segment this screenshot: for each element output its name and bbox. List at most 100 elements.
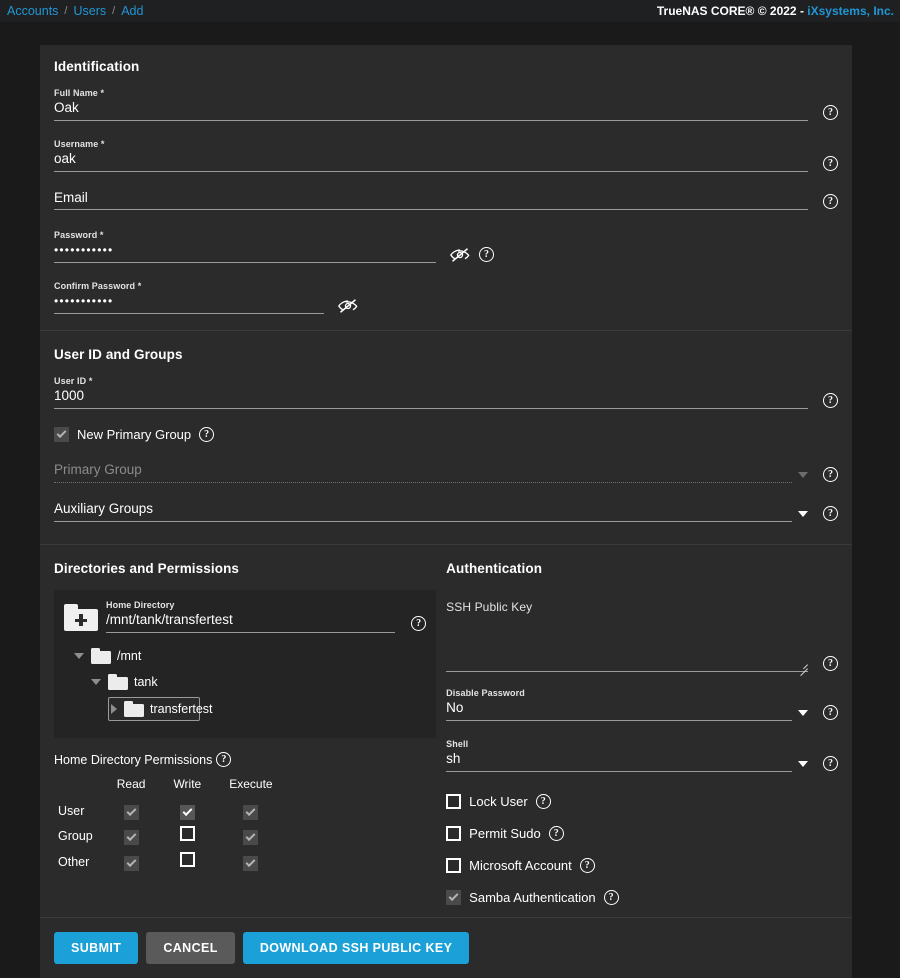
shell-help-icon[interactable]: ? xyxy=(823,756,838,771)
copyright-text: TrueNAS CORE® © 2022 - xyxy=(656,4,808,18)
breadcrumb-item-add[interactable]: Add xyxy=(121,4,143,18)
directory-tree: /mnt tank transfertest xyxy=(64,645,426,721)
full-name-help-icon[interactable]: ? xyxy=(823,105,838,120)
group-write-checkbox[interactable] xyxy=(179,826,195,841)
tree-node-tank[interactable]: tank xyxy=(91,671,426,693)
tree-node-label: /mnt xyxy=(117,649,142,663)
permissions-cell-user-read[interactable] xyxy=(103,799,160,823)
microsoft-account-help-icon[interactable]: ? xyxy=(579,858,595,873)
ssh-public-key-help-icon[interactable]: ? xyxy=(823,656,838,671)
disable-password-help-icon[interactable]: ? xyxy=(823,705,838,720)
home-directory-permissions-help-icon[interactable]: ? xyxy=(216,752,232,767)
username-help-icon[interactable]: ? xyxy=(823,156,838,171)
permissions-cell-other-write[interactable] xyxy=(159,849,215,875)
shell-chevron-down-icon[interactable] xyxy=(798,761,808,767)
full-name-label: Full Name * xyxy=(54,88,105,98)
permissions-cell-user-write[interactable] xyxy=(159,799,215,823)
permit-sudo-row[interactable]: Permit Sudo ? xyxy=(446,826,838,841)
microsoft-account-row[interactable]: Microsoft Account ? xyxy=(446,858,838,873)
other-execute-checkbox[interactable] xyxy=(243,856,259,871)
primary-group-select: Primary Group xyxy=(54,462,792,483)
lock-user-help-icon[interactable]: ? xyxy=(535,794,551,809)
password-visibility-icon[interactable] xyxy=(450,247,470,263)
home-directory-help-icon[interactable]: ? xyxy=(411,616,427,631)
disable-password-select[interactable]: No xyxy=(446,700,792,721)
full-name-input[interactable]: Oak xyxy=(54,100,808,121)
permissions-row-label-group: Group xyxy=(58,829,93,843)
microsoft-account-checkbox[interactable] xyxy=(446,858,462,873)
home-directory-explorer: Home Directory /mnt/tank/transfertest ? … xyxy=(54,590,437,738)
home-directory-input[interactable]: /mnt/tank/transfertest xyxy=(106,612,396,633)
tree-node-mnt[interactable]: /mnt xyxy=(74,645,426,667)
section-user-id-groups: User ID and Groups User ID * 1000 ? New … xyxy=(40,331,852,544)
other-read-checkbox[interactable] xyxy=(123,856,139,871)
primary-group-help-icon[interactable]: ? xyxy=(823,467,838,482)
user-read-checkbox[interactable] xyxy=(123,805,139,820)
field-disable-password: Disable Password No ? xyxy=(446,688,838,721)
new-primary-group-checkbox[interactable] xyxy=(54,427,69,442)
permissions-cell-group-write[interactable] xyxy=(159,823,215,849)
cancel-button[interactable]: CANCEL xyxy=(146,932,235,964)
samba-authentication-checkbox[interactable] xyxy=(446,890,462,905)
shell-select[interactable]: sh xyxy=(446,751,792,772)
other-write-checkbox[interactable] xyxy=(179,852,195,867)
breadcrumb-item-users[interactable]: Users xyxy=(73,4,106,18)
download-ssh-public-key-button[interactable]: DOWNLOAD SSH PUBLIC KEY xyxy=(242,932,470,964)
auxiliary-groups-select[interactable]: Auxiliary Groups xyxy=(54,501,792,522)
username-input[interactable]: oak xyxy=(54,151,808,172)
permissions-table: Read Write Execute User Group Other xyxy=(58,777,287,875)
new-primary-group-row[interactable]: New Primary Group ? xyxy=(54,427,838,442)
permissions-cell-user-execute[interactable] xyxy=(215,799,286,823)
breadcrumb-separator: / xyxy=(64,5,68,17)
username-label: Username * xyxy=(54,139,105,149)
tree-node-label: tank xyxy=(134,675,158,689)
field-ssh-public-key: SSH Public Key ? xyxy=(446,600,838,677)
field-user-id: User ID * 1000 ? xyxy=(54,376,838,409)
samba-authentication-row[interactable]: Samba Authentication ? xyxy=(446,890,838,905)
password-help-icon[interactable]: ? xyxy=(479,247,494,262)
permissions-cell-other-execute[interactable] xyxy=(215,849,286,875)
password-input[interactable]: ••••••••••• xyxy=(54,242,436,263)
chevron-right-icon[interactable] xyxy=(111,704,117,714)
home-directory-label: Home Directory xyxy=(106,600,175,610)
user-id-input[interactable]: 1000 xyxy=(54,388,808,409)
new-primary-group-help-icon[interactable]: ? xyxy=(199,427,215,442)
user-add-form-card: Identification Full Name * Oak ? Usernam… xyxy=(40,45,852,978)
lock-user-checkbox[interactable] xyxy=(446,794,462,809)
permissions-cell-group-execute[interactable] xyxy=(215,823,286,849)
samba-authentication-help-icon[interactable]: ? xyxy=(603,890,619,905)
chevron-down-icon[interactable] xyxy=(74,653,84,659)
email-label[interactable]: Email xyxy=(54,190,808,210)
breadcrumb: Accounts / Users / Add xyxy=(7,4,143,18)
shell-label: Shell xyxy=(446,739,469,749)
ssh-public-key-textarea[interactable] xyxy=(446,616,808,677)
directories-title: Directories and Permissions xyxy=(54,561,240,576)
lock-user-row[interactable]: Lock User ? xyxy=(446,794,838,809)
permissions-cell-other-read[interactable] xyxy=(103,849,160,875)
confirm-password-label: Confirm Password * xyxy=(54,281,142,291)
breadcrumb-item-accounts[interactable]: Accounts xyxy=(7,4,58,18)
permit-sudo-checkbox[interactable] xyxy=(446,826,462,841)
permissions-cell-group-read[interactable] xyxy=(103,823,160,849)
confirm-password-visibility-icon[interactable] xyxy=(338,298,358,314)
identification-title: Identification xyxy=(54,59,140,74)
user-write-checkbox[interactable] xyxy=(179,805,195,820)
auxiliary-groups-help-icon[interactable]: ? xyxy=(823,506,838,521)
vendor-link[interactable]: iXsystems, Inc. xyxy=(807,4,894,18)
group-execute-checkbox[interactable] xyxy=(243,830,259,845)
confirm-password-input[interactable]: ••••••••••• xyxy=(54,293,324,314)
disable-password-chevron-down-icon[interactable] xyxy=(798,710,808,716)
permit-sudo-help-icon[interactable]: ? xyxy=(548,826,564,841)
new-primary-group-label: New Primary Group xyxy=(77,427,192,442)
folder-plus-icon[interactable] xyxy=(64,604,98,631)
group-read-checkbox[interactable] xyxy=(123,830,139,845)
user-id-help-icon[interactable]: ? xyxy=(823,393,838,408)
submit-button[interactable]: SUBMIT xyxy=(54,932,139,964)
email-help-icon[interactable]: ? xyxy=(823,194,838,209)
field-password: Password * ••••••••••• ? xyxy=(54,230,838,263)
resize-grip-icon[interactable] xyxy=(798,659,808,677)
auxiliary-groups-chevron-down-icon[interactable] xyxy=(798,511,808,517)
tree-node-transfertest[interactable]: transfertest xyxy=(108,697,213,721)
chevron-down-icon[interactable] xyxy=(91,679,101,685)
user-execute-checkbox[interactable] xyxy=(243,805,259,820)
